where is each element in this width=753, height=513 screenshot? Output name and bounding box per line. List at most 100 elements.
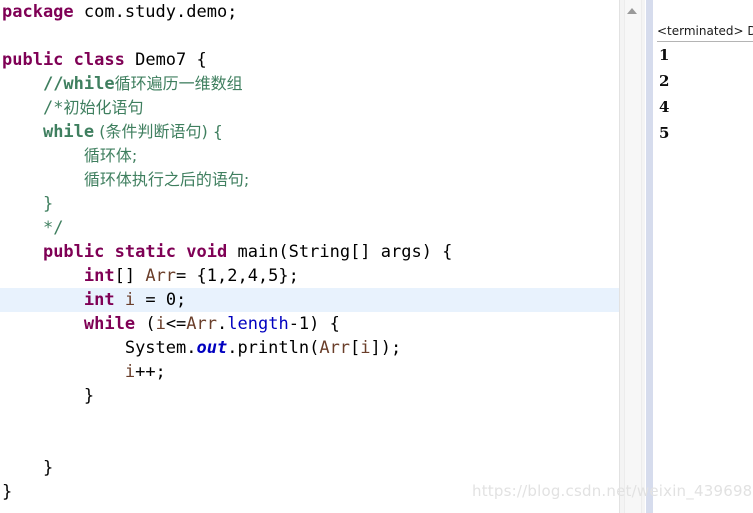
code-token: ++;	[135, 362, 166, 382]
console-output-line: 1	[659, 46, 670, 64]
code-line[interactable]: /*初始化语句	[0, 96, 619, 120]
code-token: package	[2, 2, 74, 22]
code-line[interactable]: }	[0, 480, 619, 504]
code-line[interactable]	[0, 432, 619, 456]
code-token: System.	[124, 338, 197, 358]
console-output: 1 2 4 5	[659, 42, 753, 146]
code-line[interactable]	[0, 24, 619, 48]
code-line[interactable]: */	[0, 216, 619, 240]
console-output-line: 5	[659, 124, 670, 142]
code-token: Arr	[145, 266, 177, 286]
code-token: }	[83, 386, 95, 406]
code-line[interactable]: while (条件判断语句) {	[0, 120, 619, 144]
code-token: []	[114, 266, 146, 286]
console-view[interactable]: <terminated> D 1 2 4 5	[653, 0, 753, 513]
code-token: length	[227, 314, 289, 334]
code-token: Arr	[186, 314, 218, 334]
code-line[interactable]: int i = 0;	[0, 288, 619, 312]
pane-divider[interactable]	[645, 0, 653, 513]
code-token: class	[73, 50, 125, 70]
code-token: 循环遍历一维数组	[114, 74, 243, 93]
code-token: main(String[] args) {	[227, 242, 453, 262]
ide-window: package com.study.demo; public class Dem…	[0, 0, 753, 513]
code-token: i	[124, 362, 136, 382]
code-token: i	[124, 290, 136, 310]
code-token: public	[42, 242, 105, 262]
divider-edge	[645, 0, 646, 513]
code-line[interactable]: i++;	[0, 360, 619, 384]
code-line[interactable]: }	[0, 456, 619, 480]
code-token: i	[155, 314, 166, 334]
code-line[interactable]: public static void main(String[] args) {	[0, 240, 619, 264]
code-line[interactable]	[0, 408, 619, 432]
code-token: 循环体执行之后的语句;	[83, 170, 250, 189]
code-token: */	[42, 218, 64, 238]
code-line[interactable]: public class Demo7 {	[0, 48, 619, 72]
code-line[interactable]: //while循环遍历一维数组	[0, 72, 619, 96]
code-token: while	[83, 314, 136, 334]
code-token: 循环体;	[83, 146, 138, 165]
code-token: }	[2, 482, 13, 502]
code-token: com.study.demo;	[73, 2, 238, 22]
code-token: public	[2, 50, 64, 70]
code-line[interactable]: System.out.println(Arr[i]);	[0, 336, 619, 360]
code-token: -1) {	[288, 314, 340, 334]
code-line[interactable]: while (i<=Arr.length-1) {	[0, 312, 619, 336]
code-line[interactable]: 循环体执行之后的语句;	[0, 168, 619, 192]
code-token: <=	[165, 314, 187, 334]
console-output-line: 4	[659, 98, 670, 116]
code-token: Demo7 {	[124, 50, 207, 70]
code-token: = 0;	[135, 290, 187, 310]
code-token: /*	[42, 98, 64, 118]
code-line[interactable]: int[] Arr= {1,2,4,5};	[0, 264, 619, 288]
code-token: }	[42, 194, 54, 214]
scrollbar-track[interactable]	[624, 0, 642, 513]
code-line[interactable]: package com.study.demo;	[0, 0, 619, 24]
code-token: i	[360, 338, 371, 358]
code-token: void	[186, 242, 228, 262]
code-token: ]);	[370, 338, 402, 358]
editor-vertical-scrollbar[interactable]	[619, 0, 645, 513]
code-token: [	[350, 338, 361, 358]
code-token: (	[135, 314, 156, 334]
code-token: }	[42, 458, 54, 478]
code-token: .println(	[227, 338, 320, 358]
code-token: while	[42, 122, 95, 142]
code-content[interactable]: package com.study.demo; public class Dem…	[0, 0, 619, 504]
code-token: int	[83, 290, 115, 310]
code-token: = {1,2,4,5};	[176, 266, 299, 286]
code-token: int	[83, 266, 115, 286]
code-token: Arr	[319, 338, 351, 358]
code-line[interactable]: }	[0, 384, 619, 408]
code-line[interactable]: 循环体;	[0, 144, 619, 168]
triangle-up-icon[interactable]	[627, 8, 637, 14]
console-output-line: 2	[659, 72, 670, 90]
code-token: //while	[42, 74, 115, 94]
code-line[interactable]: }	[0, 192, 619, 216]
code-editor[interactable]: package com.study.demo; public class Dem…	[0, 0, 619, 513]
code-token: static	[114, 242, 177, 262]
code-token: 初始化语句	[63, 98, 144, 117]
code-token: out	[196, 338, 228, 358]
code-token: (条件判断语句) {	[94, 122, 223, 141]
code-token: .	[217, 314, 228, 334]
